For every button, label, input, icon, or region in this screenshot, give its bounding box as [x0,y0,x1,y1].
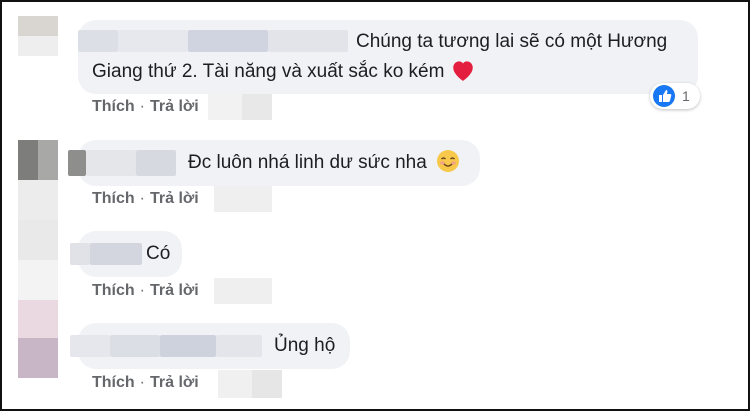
reaction-count: 1 [682,88,690,104]
comment-text: Chúng ta tương lai sẽ có một Hương [356,31,668,52]
avatar[interactable] [18,338,58,378]
reply-link[interactable]: Trả lời [150,374,199,391]
avatar-placeholder [18,220,58,260]
timestamp[interactable] [214,278,272,304]
comment-text-line2: Giang thứ 2. Tài năng và xuất sắc ko kém [92,61,445,82]
avatar[interactable] [18,260,58,300]
comment-bubble: Chúng ta tương lai sẽ có một Hương Giang… [78,20,698,94]
like-link[interactable]: Thích [92,98,135,115]
author-name[interactable] [78,30,358,52]
smiling-face-icon [437,150,460,172]
comment-actions: Thích · Trả lời [92,94,199,120]
comment-bubble: Có [70,231,182,277]
avatar[interactable] [18,140,58,180]
comment-bubble: Đc luôn nhá linh dư sức nha [68,140,480,186]
author-name[interactable] [70,335,270,357]
avatar-placeholder [18,180,58,220]
reaction-summary[interactable]: 1 [650,83,700,109]
comment-thread: Chúng ta tương lai sẽ có một Hương Giang… [0,0,750,411]
comment-actions: Thích · Trả lời [92,370,199,396]
separator: · [139,190,145,207]
like-link[interactable]: Thích [92,190,135,207]
author-name[interactable] [68,150,178,176]
like-reaction-icon [653,85,675,107]
separator: · [139,98,145,115]
comment-text: Có [146,243,171,264]
comment-actions: Thích · Trả lời [92,278,199,304]
separator: · [139,282,145,299]
timestamp[interactable] [208,94,272,120]
separator: · [139,374,145,391]
avatar[interactable] [18,16,58,56]
reply-link[interactable]: Trả lời [150,190,199,207]
like-link[interactable]: Thích [92,374,135,391]
comment-bubble: Ủng hộ [70,323,350,369]
comment-actions: Thích · Trả lời [92,186,199,212]
comment-text: Ủng hộ [274,335,336,356]
red-heart-icon [452,61,473,81]
like-link[interactable]: Thích [92,282,135,299]
timestamp[interactable] [218,370,282,398]
author-name[interactable] [70,243,142,265]
reply-link[interactable]: Trả lời [150,282,199,299]
avatar-placeholder [18,300,58,338]
comment-text: Đc luôn nhá linh dư sức nha [188,152,427,173]
reply-link[interactable]: Trả lời [150,98,199,115]
timestamp[interactable] [214,186,272,212]
